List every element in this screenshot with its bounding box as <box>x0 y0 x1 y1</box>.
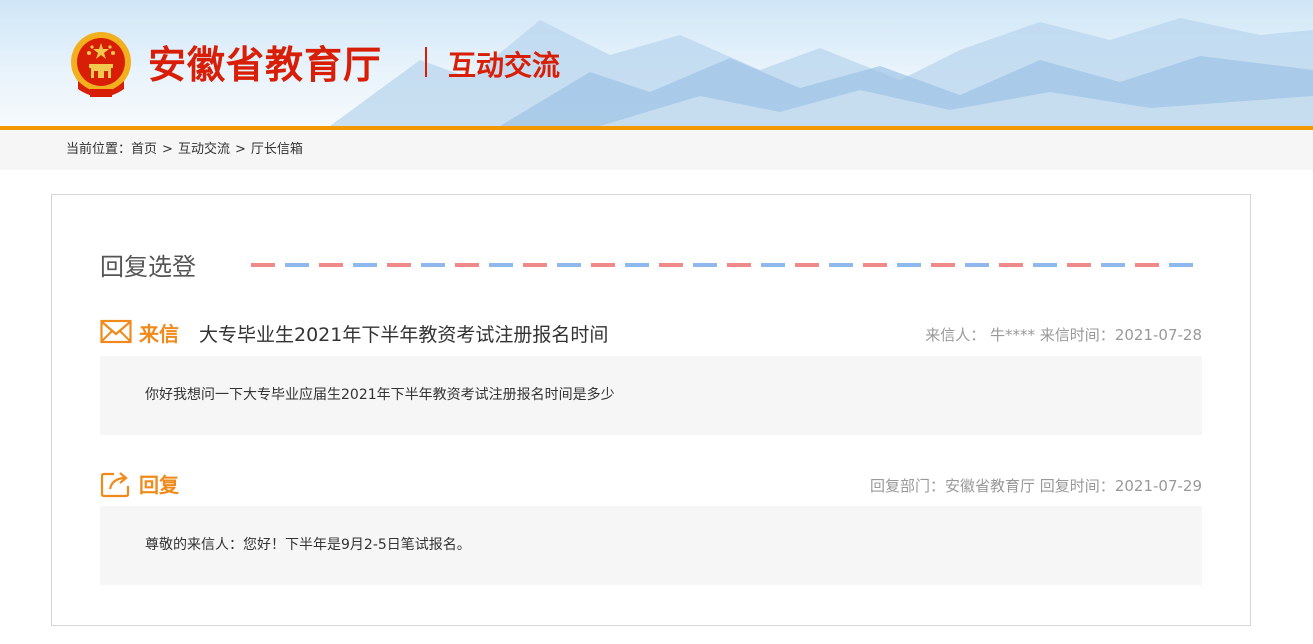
reply-share-icon <box>100 472 130 498</box>
reply-label: 回复 <box>139 473 179 497</box>
reply-panel: 回复选登 来信 大专毕业生2021年下半年教资考试注册报名时间 来信人： 牛**… <box>51 194 1251 626</box>
section-title[interactable]: 互动交流 <box>448 46 560 86</box>
breadcrumb: 当前位置：首页 > 互动交流 > 厅长信箱 <box>0 130 1313 170</box>
reply-content-box: 尊敬的来信人：您好！下半年是9月2-5日笔试报名。 <box>100 506 1202 585</box>
reply-date: 2021-07-29 <box>1114 477 1202 495</box>
letter-meta: 来信人： 牛**** 来信时间：2021-07-28 <box>925 323 1202 347</box>
national-emblem-icon <box>71 32 131 97</box>
letter-date: 2021-07-28 <box>1114 326 1202 344</box>
reply-content: 尊敬的来信人：您好！下半年是9月2-5日笔试报名。 <box>145 537 471 553</box>
letter-content-box: 你好我想问一下大专毕业应届生2021年下半年教资考试注册报名时间是多少 <box>100 356 1202 435</box>
reply-dept-label: 回复部门： <box>869 477 945 495</box>
site-title[interactable]: 安徽省教育厅 <box>148 38 382 92</box>
reply-row-header: 回复 回复部门：安徽省教育厅 回复时间：2021-07-29 <box>100 470 1202 500</box>
sender-label: 来信人： <box>925 326 986 344</box>
letter-row-header: 来信 大专毕业生2021年下半年教资考试注册报名时间 来信人： 牛**** 来信… <box>100 319 1202 349</box>
breadcrumb-separator: > <box>234 142 246 157</box>
airmail-dash-divider <box>251 263 1197 267</box>
letter-label: 来信 <box>139 322 179 346</box>
title-divider <box>425 47 427 77</box>
letter-subject: 大专毕业生2021年下半年教资考试注册报名时间 <box>199 324 609 346</box>
reply-dept: 安徽省教育厅 <box>945 477 1036 495</box>
letter-date-label: 来信时间： <box>1039 326 1115 344</box>
site-header: 安徽省教育厅 互动交流 <box>0 0 1313 126</box>
breadcrumb-separator: > <box>162 142 173 157</box>
letter-content: 你好我想问一下大专毕业应届生2021年下半年教资考试注册报名时间是多少 <box>145 387 615 403</box>
breadcrumb-bar: 当前位置：首页 > 互动交流 > 厅长信箱 <box>0 130 1313 170</box>
reply-meta: 回复部门：安徽省教育厅 回复时间：2021-07-29 <box>870 474 1202 498</box>
breadcrumb-interaction-link[interactable]: 互动交流 <box>178 142 230 157</box>
breadcrumb-home-link[interactable]: 首页 <box>131 142 157 157</box>
reply-date-label: 回复时间： <box>1039 477 1115 495</box>
panel-heading: 回复选登 <box>100 253 196 281</box>
envelope-icon <box>100 319 132 344</box>
sender-name: 牛**** <box>990 326 1036 344</box>
breadcrumb-mailbox-link[interactable]: 厅长信箱 <box>251 142 303 157</box>
breadcrumb-prefix: 当前位置： <box>66 142 132 157</box>
